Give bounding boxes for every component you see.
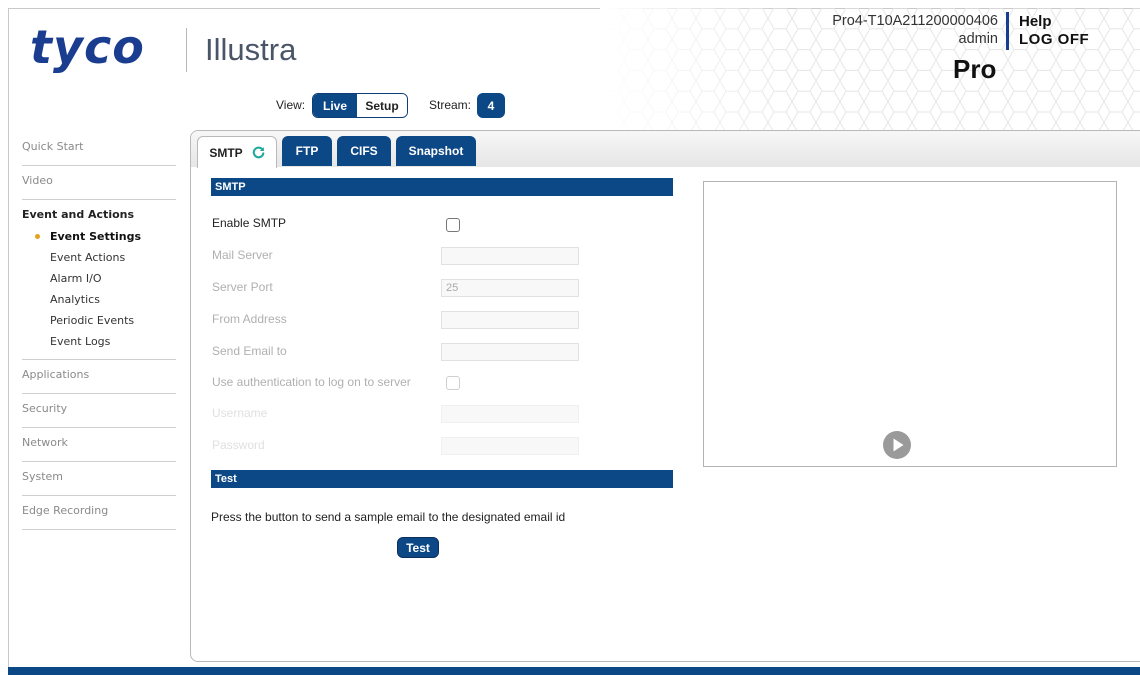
username-label: Username [212,406,268,420]
view-label: View: [276,98,306,112]
send-email-to-label: Send Email to [212,344,287,358]
enable-smtp-checkbox[interactable] [446,218,460,232]
server-port-input[interactable]: 25 [441,279,579,297]
use-authentication-checkbox[interactable] [446,376,460,390]
sidebar-divider [22,352,176,360]
sidebar-item-network[interactable]: Network [22,428,176,462]
mail-server-label: Mail Server [212,248,273,262]
use-authentication-label: Use authentication to log on to server [212,375,411,389]
logo-divider [186,28,187,72]
tab-strip [191,131,1140,167]
sidebar-item-system[interactable]: System [22,462,176,496]
current-username: admin [958,31,999,47]
password-input[interactable] [441,437,579,455]
stream-select-button[interactable]: 4 [477,93,505,118]
header-divider [1006,12,1009,50]
tyco-logo: tyco [30,20,145,74]
tab-cifs[interactable]: CIFS [337,136,391,166]
tab-smtp[interactable]: SMTP [197,136,277,168]
sidebar-subitem-event-logs[interactable]: Event Logs [22,331,176,352]
sidebar-item-applications[interactable]: Applications [22,360,176,394]
model-label: Pro [953,54,997,84]
help-link[interactable]: Help [1019,13,1052,30]
password-label: Password [212,438,265,452]
sidebar-subitem-periodic-events[interactable]: Periodic Events [22,310,176,331]
test-description: Press the button to send a sample email … [211,510,566,524]
from-address-input[interactable] [441,311,579,329]
send-email-to-input[interactable] [441,343,579,361]
mail-server-input[interactable] [441,247,579,265]
smtp-section-header: SMTP [211,178,673,196]
refresh-icon[interactable] [252,146,265,159]
play-icon[interactable] [882,430,912,460]
view-setup-button[interactable]: Setup [357,94,407,117]
sidebar-nav: Quick Start Video Event and Actions Even… [22,132,176,530]
sidebar-item-edge-recording[interactable]: Edge Recording [22,496,176,530]
test-button[interactable]: Test [397,537,439,558]
enable-smtp-label: Enable SMTP [212,216,287,230]
sidebar-subitem-analytics[interactable]: Analytics [22,289,176,310]
sidebar-item-event-and-actions[interactable]: Event and Actions [22,200,176,226]
sidebar-item-security[interactable]: Security [22,394,176,428]
stream-label: Stream: [429,98,472,112]
from-address-label: From Address [212,312,287,326]
footer-bar [8,667,1140,675]
tab-smtp-label: SMTP [209,145,243,160]
device-id: Pro4-T10A211200000406 [832,13,998,29]
test-section-header: Test [211,470,673,488]
tab-snapshot[interactable]: Snapshot [396,136,476,166]
view-live-button[interactable]: Live [313,94,357,117]
tab-ftp[interactable]: FTP [282,136,332,166]
sidebar-subitem-event-actions[interactable]: Event Actions [22,247,176,268]
illustra-logo: Illustra [205,32,297,67]
sidebar-item-video[interactable]: Video [22,166,176,200]
username-input[interactable] [441,405,579,423]
sidebar-subitem-alarm-io[interactable]: Alarm I/O [22,268,176,289]
server-port-label: Server Port [212,280,273,294]
view-toggle: Live Setup [312,93,408,118]
sidebar-item-quick-start[interactable]: Quick Start [22,132,176,166]
sidebar-subitem-event-settings[interactable]: Event Settings [22,226,176,247]
log-off-link[interactable]: LOG OFF [1019,31,1089,48]
video-preview [703,181,1117,467]
